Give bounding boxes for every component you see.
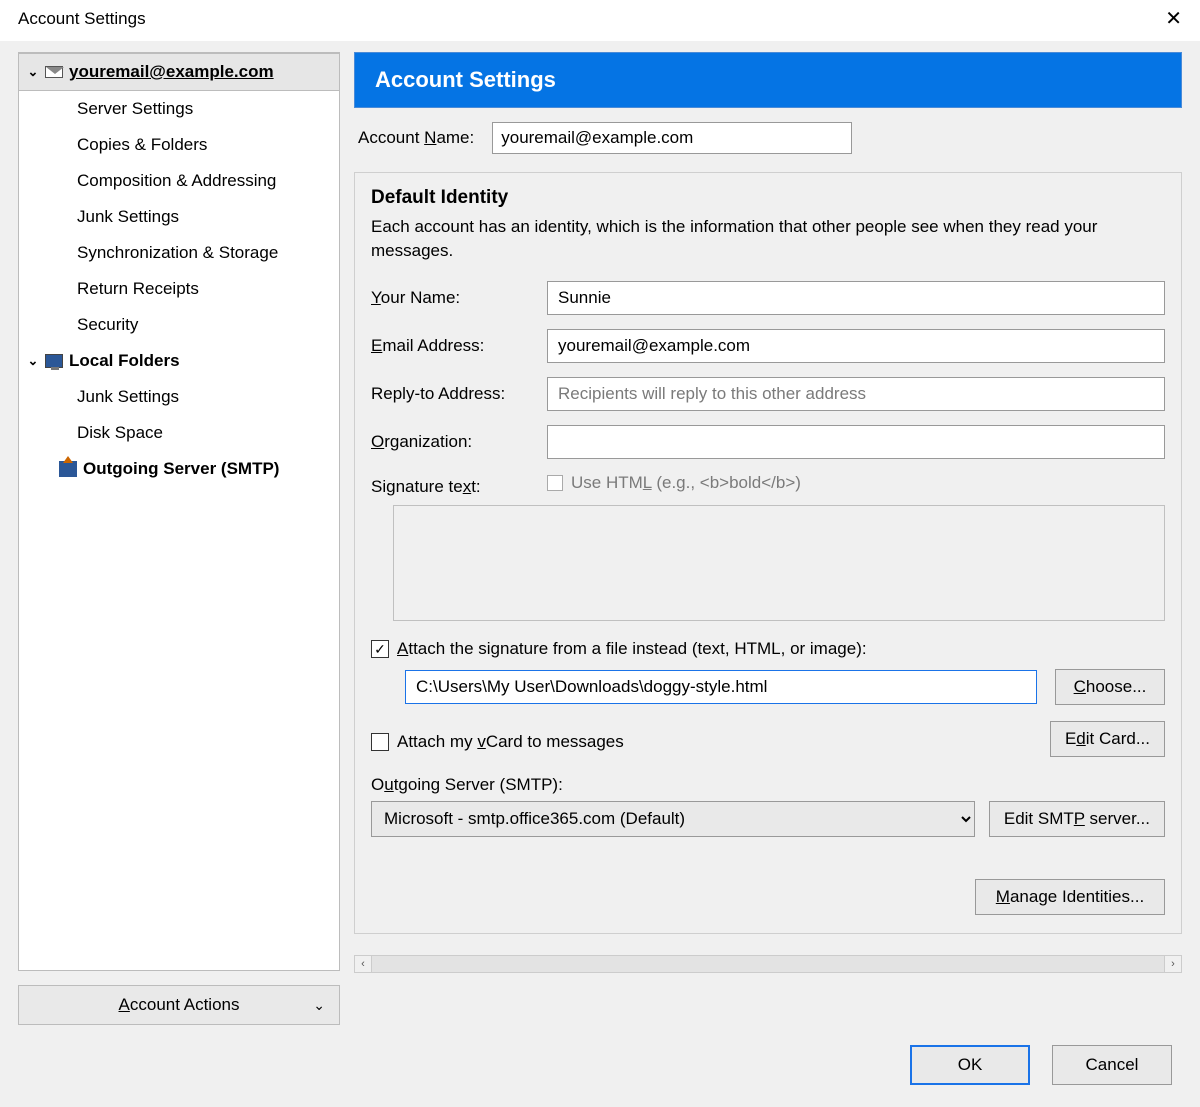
sig-label: Signature text: (371, 473, 547, 497)
sidebar-item-server-settings[interactable]: Server Settings (19, 91, 339, 127)
outgoing-row: Microsoft - smtp.office365.com (Default)… (371, 801, 1165, 837)
sidebar-item-return-receipts[interactable]: Return Receipts (19, 271, 339, 307)
horizontal-scrollbar[interactable]: ‹ › (354, 954, 1182, 974)
dialog-body: ⌄ youremail@example.com Server Settings … (0, 41, 1200, 1025)
attach-file-row: Attach the signature from a file instead… (371, 639, 1165, 659)
dialog-footer: OK Cancel (0, 1025, 1200, 1107)
your-name-label: Your Name: (371, 288, 547, 308)
monitor-icon (45, 354, 63, 368)
email-label: Email Address: (371, 336, 547, 356)
account-tree[interactable]: ⌄ youremail@example.com Server Settings … (18, 52, 340, 971)
scroll-left-icon[interactable]: ‹ (354, 955, 372, 973)
sidebar-item-composition[interactable]: Composition & Addressing (19, 163, 339, 199)
account-actions-label: Account Actions (119, 995, 240, 1015)
sidebar-item-copies-folders[interactable]: Copies & Folders (19, 127, 339, 163)
attach-file-label: Attach the signature from a file instead… (397, 639, 867, 659)
sidebar-item-sync-storage[interactable]: Synchronization & Storage (19, 235, 339, 271)
use-html-label: Use HTML (e.g., <b>bold</b>) (571, 473, 801, 493)
sidebar-item-security[interactable]: Security (19, 307, 339, 343)
vcard-label: Attach my vCard to messages (397, 732, 624, 752)
your-name-row: Your Name: (371, 281, 1165, 315)
sig-text-row (371, 505, 1165, 621)
sidebar-local-folders[interactable]: ⌄ Local Folders (19, 343, 339, 379)
your-name-input[interactable] (547, 281, 1165, 315)
signature-textarea (393, 505, 1165, 621)
scroll-track[interactable] (372, 955, 1164, 973)
cancel-button[interactable]: Cancel (1052, 1045, 1172, 1085)
chevron-down-icon: ⌄ (27, 66, 39, 78)
panel-header: Account Settings (354, 52, 1182, 108)
choose-button[interactable]: Choose... (1055, 669, 1165, 705)
manage-identities-button[interactable]: Manage Identities... (975, 879, 1165, 915)
attach-file-checkbox[interactable] (371, 640, 389, 658)
outgoing-server-icon (59, 461, 77, 477)
edit-card-button[interactable]: Edit Card... (1050, 721, 1165, 757)
sidebar: ⌄ youremail@example.com Server Settings … (18, 42, 340, 1025)
mail-icon (45, 66, 63, 78)
identity-desc: Each account has an identity, which is t… (371, 215, 1165, 263)
sidebar-item-disk-space[interactable]: Disk Space (19, 415, 339, 451)
titlebar: Account Settings ✕ (0, 0, 1200, 41)
account-name-row: Account Name: (354, 108, 1182, 172)
ok-button[interactable]: OK (910, 1045, 1030, 1085)
org-label: Organization: (371, 432, 547, 452)
account-name-input[interactable] (492, 122, 852, 154)
edit-smtp-button[interactable]: Edit SMTP server... (989, 801, 1165, 837)
chevron-down-icon: ⌄ (313, 997, 325, 1014)
chevron-down-icon: ⌄ (27, 355, 39, 367)
use-html-row: Use HTML (e.g., <b>bold</b>) (547, 473, 1165, 493)
main-panel: Account Settings Account Name: Default I… (354, 42, 1182, 1025)
sidebar-account-root[interactable]: ⌄ youremail@example.com (19, 53, 339, 91)
use-html-checkbox[interactable] (547, 475, 563, 491)
vcard-checkbox[interactable] (371, 733, 389, 751)
window-title: Account Settings (18, 9, 146, 29)
sidebar-item-junk[interactable]: Junk Settings (19, 199, 339, 235)
sig-row: Signature text: Use HTML (e.g., <b>bold<… (371, 473, 1165, 501)
email-row: Email Address: (371, 329, 1165, 363)
email-input[interactable] (547, 329, 1165, 363)
reply-label: Reply-to Address: (371, 384, 547, 404)
outgoing-label: Outgoing Server (SMTP): (371, 775, 1165, 795)
account-actions-dropdown[interactable]: Account Actions ⌄ (18, 985, 340, 1025)
manage-row: Manage Identities... (371, 879, 1165, 915)
file-path-row: Choose... (405, 669, 1165, 705)
sidebar-item-local-junk[interactable]: Junk Settings (19, 379, 339, 415)
reply-input[interactable] (547, 377, 1165, 411)
vcard-row: Attach my vCard to messages Edit Card... (371, 721, 1165, 757)
account-settings-window: Account Settings ✕ ⌄ youremail@example.c… (0, 0, 1200, 1107)
default-identity-panel: Default Identity Each account has an ide… (354, 172, 1182, 934)
sidebar-account-label: youremail@example.com (69, 58, 274, 86)
outgoing-select[interactable]: Microsoft - smtp.office365.com (Default) (371, 801, 975, 837)
sidebar-outgoing-smtp[interactable]: Outgoing Server (SMTP) (19, 451, 339, 487)
reply-row: Reply-to Address: (371, 377, 1165, 411)
org-row: Organization: (371, 425, 1165, 459)
scroll-right-icon[interactable]: › (1164, 955, 1182, 973)
identity-title: Default Identity (371, 187, 1165, 209)
org-input[interactable] (547, 425, 1165, 459)
close-icon[interactable]: ✕ (1161, 6, 1186, 31)
file-path-input[interactable] (405, 670, 1037, 704)
account-name-label: Account Name: (358, 128, 474, 148)
